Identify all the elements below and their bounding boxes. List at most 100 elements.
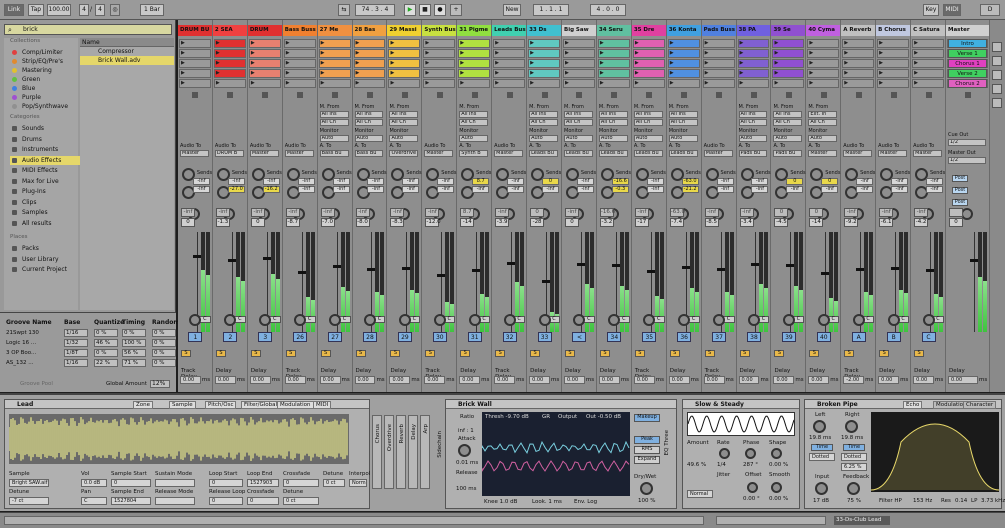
clip-slot[interactable]: ▶ — [667, 39, 700, 48]
crossfade-knob[interactable] — [259, 314, 272, 326]
crossfade-knob[interactable] — [643, 314, 656, 326]
clip-slot[interactable]: ▶ — [179, 39, 211, 48]
track-activator[interactable]: 40 — [816, 332, 831, 342]
output-select[interactable]: Master — [494, 150, 524, 157]
track-delay-field[interactable]: 0.00 — [878, 376, 900, 384]
toggle-returns-button[interactable] — [992, 70, 1002, 80]
rate-knob[interactable] — [719, 448, 730, 459]
clip-slot[interactable]: ▶ — [388, 79, 421, 88]
clip-slot[interactable]: ▶ — [737, 79, 770, 88]
left-dotted-select[interactable]: Dotted — [809, 453, 835, 461]
simpler-field-value[interactable]: -7 ct — [9, 497, 49, 505]
clip-launch-icon[interactable]: ▶ — [670, 80, 674, 86]
output-select[interactable]: Pads Bu — [738, 150, 768, 157]
clip-launch-icon[interactable]: ▶ — [216, 50, 220, 56]
send-b-value[interactable]: -inf — [821, 186, 839, 193]
volume-value[interactable]: -8.5 — [704, 218, 719, 227]
macro-strip[interactable]: Overdrive — [384, 415, 394, 489]
volume-value[interactable]: -4.2 — [914, 218, 929, 227]
clip-launch-icon[interactable]: ▶ — [390, 50, 394, 56]
track-activator[interactable]: 38 — [746, 332, 761, 342]
simpler-tab[interactable]: MIDI — [313, 401, 332, 409]
groove-cell[interactable]: 0 % — [152, 329, 176, 337]
simpler-field-value[interactable]: 1527804 — [111, 497, 151, 505]
clip-slot[interactable]: ▶ — [493, 39, 526, 48]
track-title[interactable]: Leads Buss — [492, 25, 527, 36]
clip-launch-icon[interactable]: ▶ — [425, 60, 429, 66]
clip-launch-icon[interactable]: ▶ — [565, 80, 569, 86]
collection-item[interactable]: Blue — [10, 84, 80, 93]
clip-launch-icon[interactable]: ▶ — [495, 80, 499, 86]
clip-launch-icon[interactable]: ▶ — [460, 70, 464, 76]
clip-slot[interactable]: ▶ — [213, 59, 246, 68]
input-channel-select[interactable]: All Ch — [633, 119, 663, 126]
fader-cap[interactable] — [192, 254, 201, 258]
shape-knob[interactable] — [771, 448, 782, 459]
send-b-value[interactable]: -inf — [507, 186, 525, 193]
collection-item[interactable]: Pop/Synthwave — [10, 102, 80, 111]
track-title[interactable]: C Satura — [911, 25, 945, 36]
track-title[interactable]: Pads Buss — [701, 25, 736, 36]
clip-launch-icon[interactable]: ▶ — [460, 50, 464, 56]
input-channel-select[interactable]: All Ch — [668, 119, 698, 126]
fader-cap[interactable] — [402, 266, 411, 270]
fader-cap[interactable] — [786, 264, 795, 268]
clip-launch-icon[interactable]: ▶ — [425, 70, 429, 76]
output-select[interactable]: Synth B — [459, 150, 489, 157]
simpler-field-value[interactable]: 0 ct — [283, 497, 319, 505]
clip-slot[interactable]: ▶ — [632, 69, 665, 78]
follow-icon[interactable]: ⇆ — [338, 4, 350, 16]
groove-cell[interactable]: 100 % — [122, 339, 146, 347]
clip-launch-icon[interactable]: ▶ — [425, 40, 429, 46]
place-item[interactable]: Packs — [10, 244, 80, 253]
track-activator[interactable]: 32 — [502, 332, 517, 342]
clip-launch-icon[interactable]: ▶ — [565, 60, 569, 66]
simpler-field-value[interactable]: 1527903 — [247, 479, 279, 487]
clip-launch-icon[interactable]: ▶ — [390, 60, 394, 66]
volume-value[interactable]: -8.3 — [390, 218, 405, 227]
crossfade-knob[interactable] — [713, 314, 726, 326]
crossfade-knob[interactable] — [189, 314, 202, 326]
clip-launch-icon[interactable]: ▶ — [774, 40, 778, 46]
track-activator[interactable]: 35 — [642, 332, 657, 342]
track-title[interactable]: 29 Massi — [387, 25, 422, 36]
track-title[interactable]: 35 Dre — [631, 25, 666, 36]
input-type-select[interactable]: All Ins — [738, 111, 768, 118]
clip-slot[interactable]: ▶ — [353, 59, 386, 68]
record-icon[interactable]: ● — [434, 4, 446, 16]
send-b-value[interactable]: -16.2 — [262, 186, 280, 193]
clip-slot[interactable]: ▶ — [597, 69, 630, 78]
solo-button[interactable]: S — [634, 350, 645, 357]
groove-cell[interactable]: 71 % — [122, 359, 146, 367]
simpler-field-value[interactable] — [155, 479, 195, 487]
track-activator[interactable]: 29 — [397, 332, 412, 342]
track-title[interactable]: Master — [946, 25, 989, 36]
track-activator[interactable]: < — [572, 332, 587, 342]
crossfade-knob[interactable] — [468, 314, 481, 326]
clip-slot[interactable]: ▶ — [807, 79, 840, 88]
clip-slot[interactable]: ▶ — [388, 59, 421, 68]
crossfade-knob[interactable] — [433, 314, 446, 326]
clip-slot[interactable]: ▶ — [737, 59, 770, 68]
clip-launch-icon[interactable]: ▶ — [670, 60, 674, 66]
clip-slot[interactable]: ▶ — [493, 79, 526, 88]
input-channel-select[interactable]: All Ch — [773, 119, 803, 126]
overdub-icon[interactable]: + — [450, 4, 462, 16]
clip-launch-icon[interactable]: ▶ — [844, 40, 848, 46]
clip-stop-icon[interactable] — [890, 92, 897, 98]
clip-launch-icon[interactable]: ▶ — [670, 50, 674, 56]
solo-button[interactable]: S — [495, 350, 506, 357]
macro-strip[interactable]: Delay — [408, 415, 418, 489]
crossfade-knob[interactable] — [608, 314, 621, 326]
clip-launch-icon[interactable]: ▶ — [530, 50, 534, 56]
clip-launch-icon[interactable]: ▶ — [774, 50, 778, 56]
clip-launch-icon[interactable]: ▶ — [286, 40, 290, 46]
input-type-select[interactable]: All Ins — [773, 111, 803, 118]
clip-slot[interactable]: ▶ — [702, 59, 735, 68]
clip-launch-icon[interactable]: ▶ — [705, 60, 709, 66]
send-b-value[interactable]: -inf — [716, 186, 734, 193]
clip-stop-icon[interactable] — [681, 92, 688, 98]
clip-slot[interactable]: ▶ — [528, 49, 560, 58]
clip-launch-icon[interactable]: ▶ — [705, 80, 709, 86]
input-type-select[interactable]: All Ins — [354, 111, 384, 118]
